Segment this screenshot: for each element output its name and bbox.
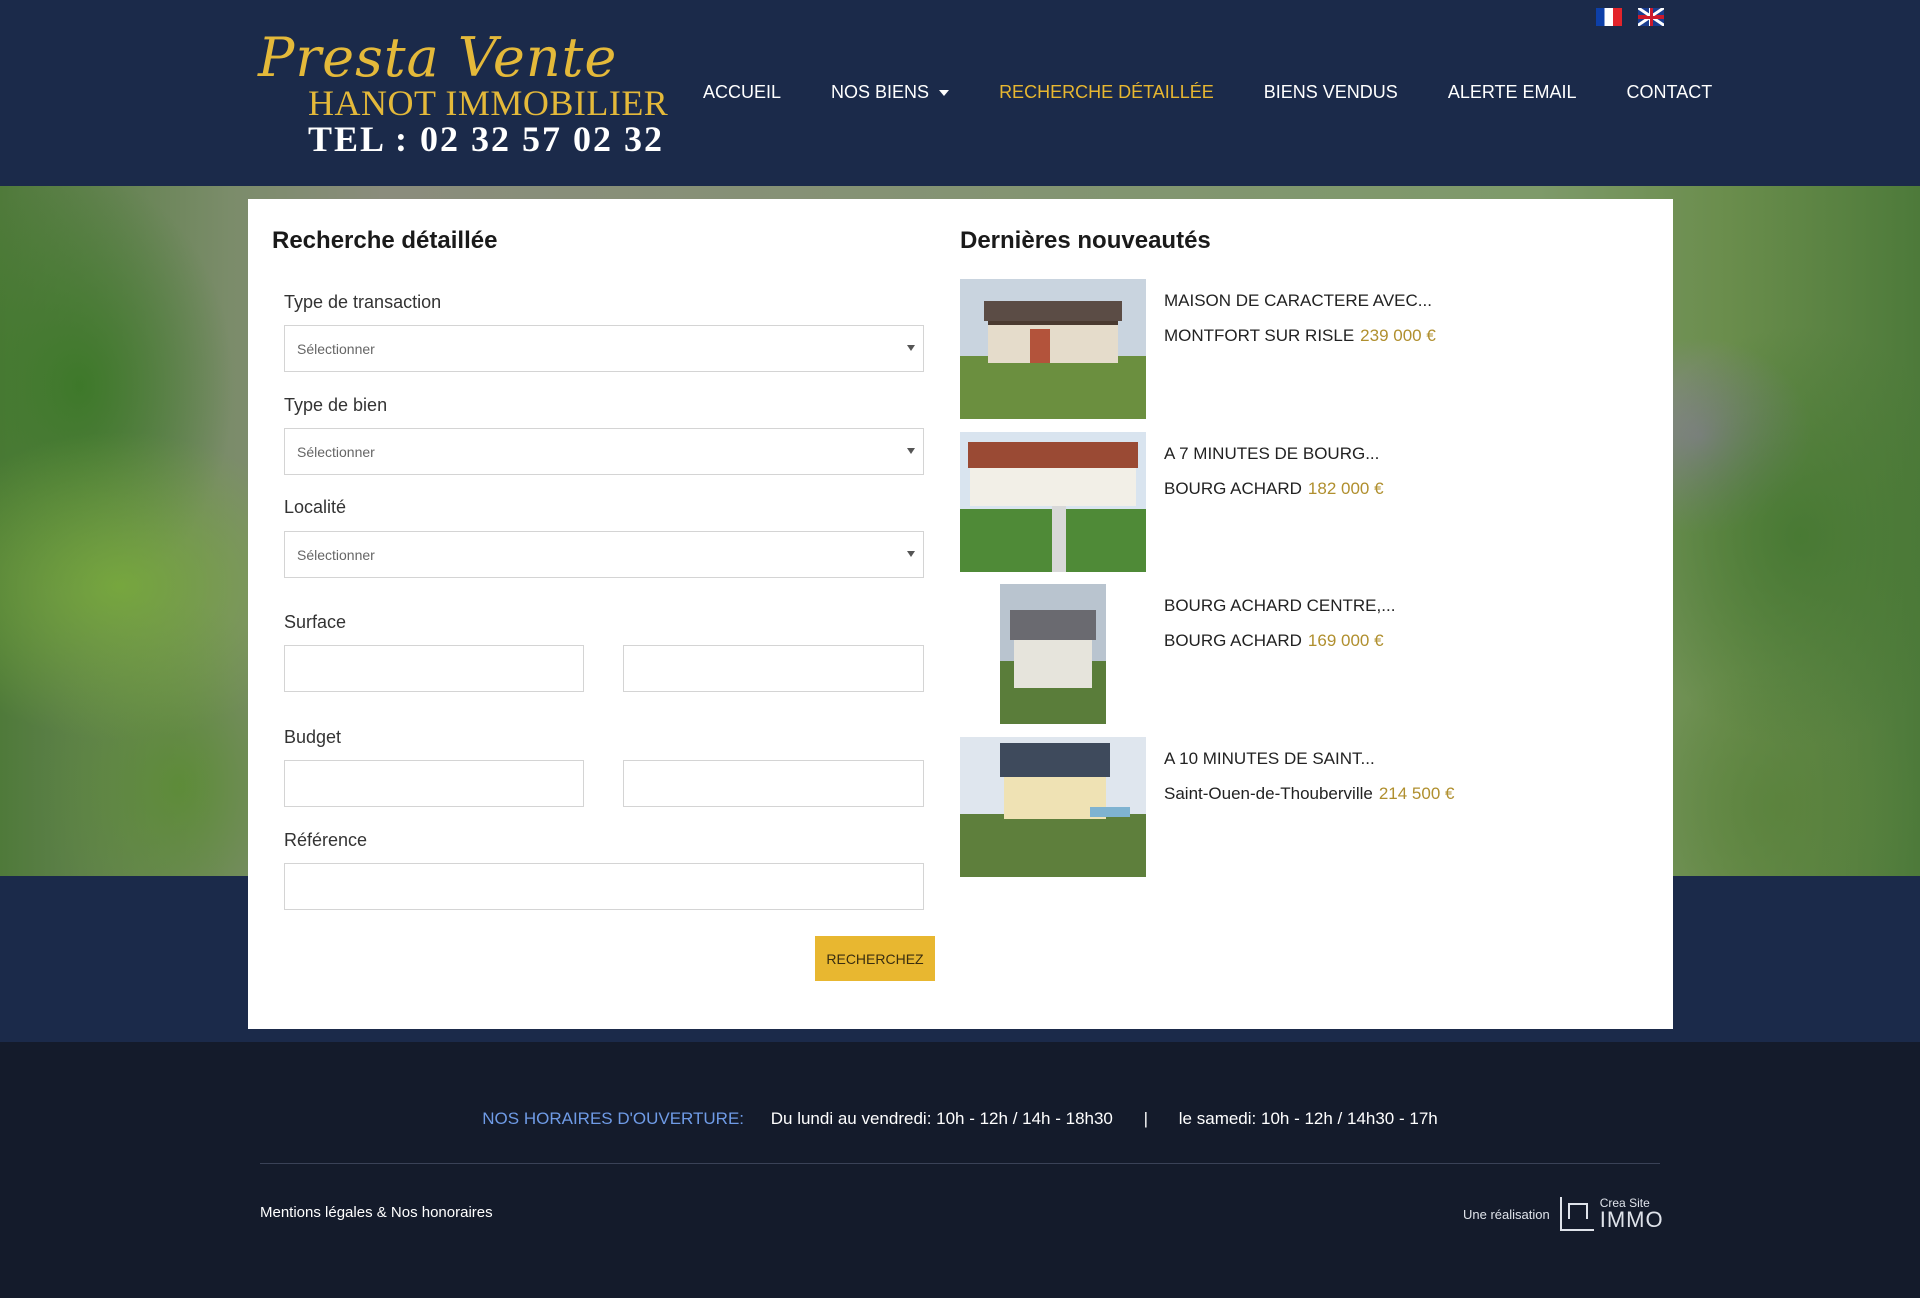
credit[interactable]: Une réalisation Crea Site IMMO xyxy=(1463,1197,1664,1231)
site-header: Presta Vente HANOT IMMOBILIER TEL : 02 3… xyxy=(0,0,1920,186)
nav-nos-biens[interactable]: NOS BIENS xyxy=(831,82,950,103)
news-item-price: 182 000 € xyxy=(1307,479,1384,498)
news-item-city: MONTFORT SUR RISLE xyxy=(1164,326,1355,345)
surface-min-input[interactable] xyxy=(284,645,584,692)
caret-down-icon xyxy=(939,89,950,96)
hours-separator: | xyxy=(1143,1109,1149,1128)
hours-weekdays: Du lundi au vendredi: 10h - 12h / 14h - … xyxy=(770,1109,1113,1128)
reference-input[interactable] xyxy=(284,863,924,910)
news-item-price: 214 500 € xyxy=(1378,784,1455,803)
news-item-location: BOURG ACHARD 182 000 € xyxy=(1164,479,1384,499)
site-logo[interactable]: Presta Vente HANOT IMMOBILIER TEL : 02 3… xyxy=(256,26,676,159)
logo-phone: TEL : 02 32 57 02 32 xyxy=(308,119,665,159)
hours-saturday: le samedi: 10h - 12h / 14h30 - 17h xyxy=(1178,1109,1438,1128)
legal-link[interactable]: Mentions légales & Nos honoraires xyxy=(260,1204,493,1221)
flag-fr-icon[interactable] xyxy=(1596,8,1622,26)
hours-label: NOS HORAIRES D'OUVERTURE: xyxy=(482,1109,745,1128)
property-photo[interactable] xyxy=(1000,584,1106,724)
news-item-city: BOURG ACHARD xyxy=(1164,631,1302,650)
select-arrow-icon xyxy=(907,448,915,454)
news-item-title: A 10 MINUTES DE SAINT... xyxy=(1164,749,1375,768)
footer-divider xyxy=(260,1163,1660,1164)
news-item[interactable]: A 10 MINUTES DE SAINT... Saint-Ouen-de-T… xyxy=(960,737,1640,877)
transaction-label: Type de transaction xyxy=(284,292,442,312)
news-item-price: 169 000 € xyxy=(1307,631,1384,650)
surface-max-input[interactable] xyxy=(623,645,924,692)
news-item-price: 239 000 € xyxy=(1360,326,1436,345)
news-item-city: Saint-Ouen-de-Thouberville xyxy=(1164,784,1373,803)
bien-select-value: Sélectionner xyxy=(297,444,375,460)
news-title: Dernières nouveautés xyxy=(960,227,1211,254)
house-logo-icon xyxy=(1559,1197,1594,1231)
language-switcher xyxy=(1596,8,1664,26)
nav-nos-biens-label: NOS BIENS xyxy=(831,82,930,102)
nav-alerte-email[interactable]: ALERTE EMAIL xyxy=(1448,82,1577,103)
news-item-title: MAISON DE CARACTERE AVEC... xyxy=(1164,291,1432,310)
localite-select[interactable]: Sélectionner xyxy=(284,531,924,578)
bien-select[interactable]: Sélectionner xyxy=(284,428,924,475)
select-arrow-icon xyxy=(907,345,915,351)
main-nav: ACCUEIL NOS BIENS RECHERCHE DÉTAILLÉE BI… xyxy=(703,82,1762,103)
property-photo[interactable] xyxy=(960,432,1146,572)
select-arrow-icon xyxy=(907,551,915,557)
transaction-select-value: Sélectionner xyxy=(297,341,375,357)
search-title: Recherche détaillée xyxy=(272,227,498,254)
news-item[interactable]: A 7 MINUTES DE BOURG... BOURG ACHARD 182 … xyxy=(960,432,1640,572)
news-item-location: Saint-Ouen-de-Thouberville 214 500 € xyxy=(1164,784,1454,804)
news-item[interactable]: MAISON DE CARACTERE AVEC... MONTFORT SUR… xyxy=(960,279,1640,419)
news-item[interactable]: BOURG ACHARD CENTRE,... BOURG ACHARD 169 … xyxy=(960,584,1640,724)
news-item-location: MONTFORT SUR RISLE 239 000 € xyxy=(1164,326,1436,346)
credit-brand-bottom: IMMO xyxy=(1599,1207,1664,1232)
transaction-select[interactable]: Sélectionner xyxy=(284,325,924,372)
surface-label: Surface xyxy=(284,612,347,632)
nav-contact[interactable]: CONTACT xyxy=(1627,82,1713,103)
localite-label: Localité xyxy=(284,497,347,517)
reference-label: Référence xyxy=(284,830,368,850)
news-item-title: BOURG ACHARD CENTRE,... xyxy=(1164,596,1396,615)
localite-select-value: Sélectionner xyxy=(297,547,375,563)
property-photo[interactable] xyxy=(960,279,1146,419)
budget-max-input[interactable] xyxy=(623,760,924,807)
logo-script-text: Presta Vente xyxy=(258,26,618,89)
site-footer: NOS HORAIRES D'OUVERTURE: Du lundi au ve… xyxy=(0,1042,1920,1298)
nav-recherche-detaillee[interactable]: RECHERCHE DÉTAILLÉE xyxy=(999,82,1214,103)
credit-prefix: Une réalisation xyxy=(1463,1206,1550,1222)
news-item-title: A 7 MINUTES DE BOURG... xyxy=(1164,444,1380,463)
news-item-location: BOURG ACHARD 169 000 € xyxy=(1164,631,1384,651)
opening-hours: NOS HORAIRES D'OUVERTURE: Du lundi au ve… xyxy=(0,1109,1920,1129)
nav-accueil[interactable]: ACCUEIL xyxy=(703,82,781,103)
bien-label: Type de bien xyxy=(284,395,388,415)
budget-label: Budget xyxy=(284,727,342,747)
crea-site-immo-logo: Crea Site IMMO xyxy=(1559,1197,1664,1232)
nav-biens-vendus[interactable]: BIENS VENDUS xyxy=(1264,82,1398,103)
flag-uk-icon[interactable] xyxy=(1638,8,1664,26)
property-photo[interactable] xyxy=(960,737,1146,877)
content-panel: Recherche détaillée Type de transaction … xyxy=(248,199,1673,1029)
news-item-city: BOURG ACHARD xyxy=(1164,479,1302,498)
budget-min-input[interactable] xyxy=(284,760,584,807)
search-submit-button[interactable]: RECHERCHEZ xyxy=(815,936,935,981)
